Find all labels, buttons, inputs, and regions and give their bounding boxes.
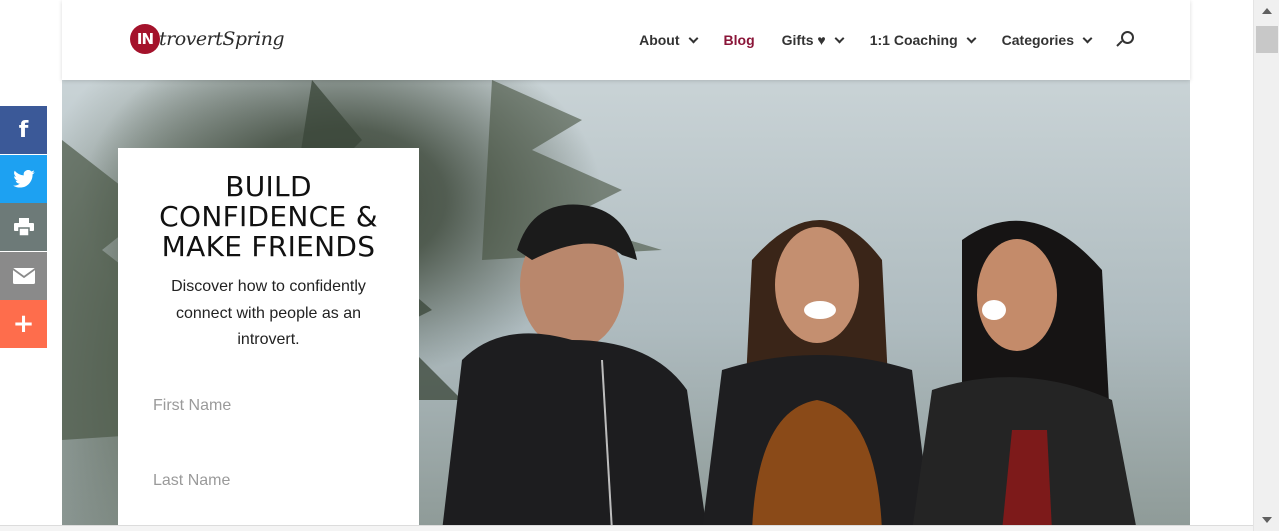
search-icon-ring [1121, 31, 1134, 44]
last-name-input[interactable] [138, 458, 399, 503]
search-icon-handle [1116, 40, 1123, 47]
logo-mark: IN [130, 24, 160, 54]
scrollbar-thumb[interactable] [1256, 26, 1278, 53]
twitter-icon [12, 169, 35, 188]
facebook-share-button[interactable]: f [0, 106, 47, 154]
nav-item-label: 1:1 Coaching [869, 32, 958, 48]
nav-item-label: About [639, 32, 680, 48]
nav-item-coaching[interactable]: 1:1 Coaching [869, 32, 977, 48]
scroll-down-arrow-icon[interactable] [1254, 509, 1279, 531]
nav-item-blog[interactable]: Blog [724, 32, 755, 48]
print-button[interactable] [0, 203, 47, 251]
email-share-button[interactable] [0, 251, 47, 300]
chevron-down-icon [966, 33, 977, 43]
hero-title: BUILD CONFIDENCE & MAKE FRIENDS [159, 170, 378, 263]
hero-section: BUILD CONFIDENCE & MAKE FRIENDS Discover… [62, 80, 1190, 531]
hero-subtitle: Discover how to confidently connect with… [171, 278, 366, 348]
page: IN trovertSpring About Blog Gifts ♥ 1:1 … [0, 0, 1279, 531]
nav-item-gifts[interactable]: Gifts ♥ [781, 32, 845, 48]
nav-item-categories[interactable]: Categories [1001, 32, 1093, 48]
logo-text: trovertSpring [159, 28, 285, 50]
nav-item-about[interactable]: About [639, 32, 698, 48]
chevron-down-icon [688, 33, 698, 43]
site-header: IN trovertSpring About Blog Gifts ♥ 1:1 … [62, 0, 1190, 80]
chevron-down-icon [834, 33, 845, 43]
scroll-up-arrow-icon[interactable] [1254, 0, 1279, 22]
nav-item-label: Gifts ♥ [781, 32, 826, 48]
hero-photo-people [442, 204, 1137, 531]
search-icon[interactable] [1116, 31, 1134, 49]
nav-item-label: Categories [1001, 32, 1074, 48]
social-share-bar: f + [0, 106, 47, 349]
email-icon [12, 267, 35, 284]
first-name-input[interactable] [138, 383, 399, 428]
plus-icon: + [12, 309, 35, 339]
chevron-down-icon [1082, 33, 1093, 43]
facebook-icon: f [18, 117, 29, 143]
vertical-scrollbar[interactable] [1253, 0, 1279, 531]
signup-card: BUILD CONFIDENCE & MAKE FRIENDS Discover… [118, 148, 419, 531]
twitter-share-button[interactable] [0, 154, 47, 203]
more-share-button[interactable]: + [0, 300, 47, 348]
main-nav: About Blog Gifts ♥ 1:1 Coaching Categori… [612, 0, 1134, 80]
printer-icon [13, 218, 34, 236]
nav-item-label: Blog [723, 32, 755, 48]
site-logo[interactable]: IN trovertSpring [130, 22, 285, 56]
horizontal-scrollbar[interactable] [0, 525, 1253, 531]
